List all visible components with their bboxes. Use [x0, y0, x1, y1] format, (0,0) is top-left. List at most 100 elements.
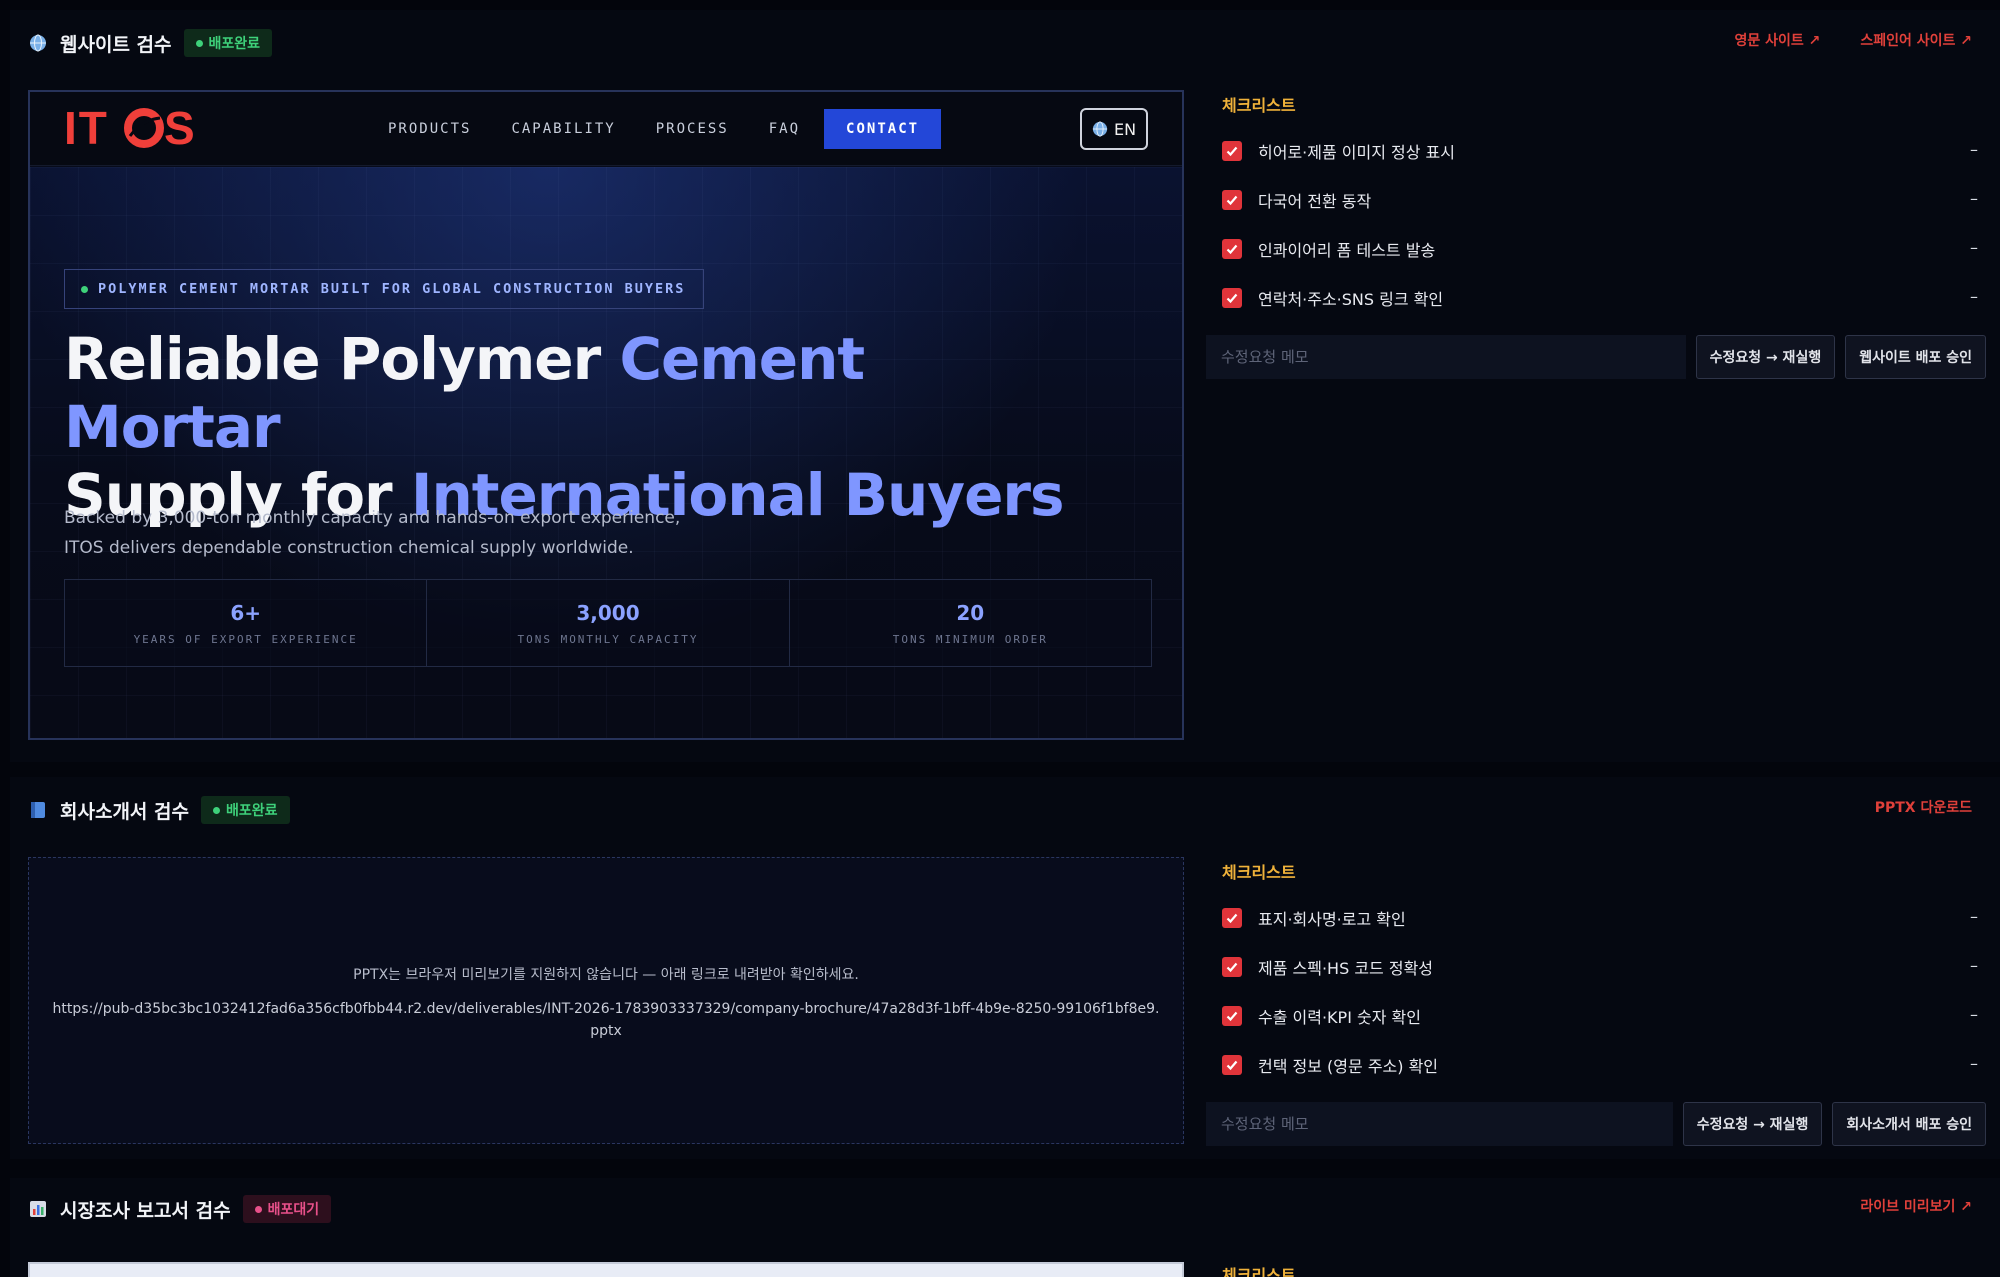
rerun-button[interactable]: 수정요청 → 재실행 [1682, 1102, 1823, 1146]
checklist-title: 체크리스트 [1222, 96, 1296, 115]
hero-eyebrow: POLYMER CEMENT MORTAR BUILT FOR GLOBAL C… [64, 269, 705, 309]
checklist-item: 다국어 전환 동작 – [1222, 175, 1982, 224]
language-label: EN [1113, 119, 1137, 139]
stat-capacity: 3,000 TONS MONTHLY CAPACITY [427, 580, 790, 666]
checklist-item: 연락처·주소·SNS 링크 확인 – [1222, 273, 1982, 322]
checklist-item: 인콰이어리 폼 테스트 발송 – [1222, 224, 1982, 273]
site-nav-menu: PRODUCTS CAPABILITY PROCESS FAQ CONTACT [368, 109, 942, 149]
globe-icon [28, 33, 48, 53]
website-review-header: 웹사이트 검수 배포완료 [28, 28, 273, 58]
section-title: 시장조사 보고서 검수 [60, 1199, 231, 1222]
live-preview-link[interactable]: 라이브 미리보기 ↗ [1860, 1196, 1972, 1216]
book-icon [28, 800, 48, 820]
checkbox[interactable] [1222, 189, 1242, 210]
brochure-review-section: 회사소개서 검수 배포완료 PPTX 다운로드 PPTX는 브라우저 미리보기를… [10, 777, 2000, 1159]
checklist-label: 인콰이어리 폼 테스트 발송 [1258, 240, 1436, 260]
checkmark-icon [1226, 195, 1238, 205]
website-review-section: 웹사이트 검수 배포완료 영문 사이트 ↗ 스페인어 사이트 ↗ IT S PR… [10, 10, 2000, 762]
stat-label: YEARS OF EXPORT EXPERIENCE [133, 632, 358, 646]
section-title: 회사소개서 검수 [60, 800, 189, 823]
hero-stats: 6+ YEARS OF EXPORT EXPERIENCE 3,000 TONS… [64, 579, 1152, 667]
checklist-label: 연락처·주소·SNS 링크 확인 [1258, 289, 1444, 309]
checklist-label: 히어로·제품 이미지 정상 표시 [1258, 142, 1455, 162]
checklist-label: 표지·회사명·로고 확인 [1258, 909, 1406, 929]
checklist-item: 표지·회사명·로고 확인 – [1222, 893, 1982, 942]
english-site-link[interactable]: 영문 사이트 ↗ [1734, 30, 1820, 50]
website-preview: IT S PRODUCTS CAPABILITY PROCESS FAQ CON… [28, 90, 1184, 740]
dash-marker[interactable]: – [1970, 140, 1978, 159]
pptx-download-link[interactable]: PPTX 다운로드 [1875, 797, 1972, 817]
hero-subtitle: Backed by 3,000-ton monthly capacity and… [64, 503, 764, 563]
stat-label: TONS MONTHLY CAPACITY [517, 632, 699, 646]
nav-products[interactable]: PRODUCTS [368, 109, 491, 149]
hero-title-part: Reliable Polymer [64, 325, 620, 393]
checkmark-icon [1226, 293, 1238, 303]
globe-icon [1092, 121, 1108, 137]
status-badge: 배포완료 [183, 29, 273, 57]
dash-marker[interactable]: – [1970, 1054, 1978, 1073]
dash-marker[interactable]: – [1970, 287, 1978, 306]
revision-memo-input[interactable] [1206, 335, 1686, 379]
nav-process[interactable]: PROCESS [636, 109, 749, 149]
section-title: 웹사이트 검수 [60, 33, 172, 56]
checklist-items: 히어로·제품 이미지 정상 표시 – 다국어 전환 동작 – 인콰이어리 폼 테… [1222, 126, 1982, 322]
checklist-title: 체크리스트 [1222, 863, 1296, 882]
checklist-actions: 수정요청 → 재실행 회사소개서 배포 승인 [1206, 1102, 1986, 1146]
website-checklist: 체크리스트 히어로·제품 이미지 정상 표시 – 다국어 전환 동작 – 인콰이… [1206, 92, 1996, 392]
dash-marker[interactable]: – [1970, 238, 1978, 257]
hero-section: POLYMER CEMENT MORTAR BUILT FOR GLOBAL C… [30, 167, 1182, 738]
checkbox[interactable] [1222, 287, 1242, 308]
svg-text:IT: IT [64, 106, 109, 150]
brochure-checklist: 체크리스트 표지·회사명·로고 확인 – 제품 스펙·HS 코드 정확성 – 수… [1206, 859, 1996, 1159]
checkbox[interactable] [1222, 1005, 1242, 1026]
checklist-item: 컨택 정보 (영문 주소) 확인 – [1222, 1040, 1982, 1089]
pptx-download-url[interactable]: https://pub-d35bc3bc1032412fad6a356cfb0f… [49, 998, 1163, 1042]
checklist-title: 체크리스트 [1222, 1266, 1296, 1277]
checkmark-icon [1226, 1011, 1238, 1021]
stat-label: TONS MINIMUM ORDER [892, 632, 1048, 646]
status-dot [212, 806, 220, 814]
checkbox[interactable] [1222, 140, 1242, 161]
report-review-section: 시장조사 보고서 검수 배포대기 라이브 미리보기 ↗ 체크리스트 [10, 1178, 2000, 1277]
itos-logo[interactable]: IT S [64, 102, 214, 154]
bar-chart-icon [28, 1199, 48, 1219]
brochure-links: PPTX 다운로드 [1875, 797, 1972, 817]
checkbox[interactable] [1222, 1054, 1242, 1075]
report-review-header: 시장조사 보고서 검수 배포대기 [28, 1194, 332, 1224]
checklist-label: 다국어 전환 동작 [1258, 191, 1372, 211]
nav-capability[interactable]: CAPABILITY [491, 109, 635, 149]
checkmark-icon [1226, 962, 1238, 972]
hero-subtitle-line: Backed by 3,000-ton monthly capacity and… [64, 508, 681, 528]
dash-marker[interactable]: – [1970, 956, 1978, 975]
nav-contact-button[interactable]: CONTACT [824, 109, 942, 149]
status-dot [254, 1205, 262, 1213]
checkbox[interactable] [1222, 238, 1242, 259]
website-links: 영문 사이트 ↗ 스페인어 사이트 ↗ [1734, 30, 1972, 50]
report-links: 라이브 미리보기 ↗ [1860, 1196, 1972, 1216]
checkbox[interactable] [1222, 907, 1242, 928]
checkmark-icon [1226, 244, 1238, 254]
brochure-review-header: 회사소개서 검수 배포완료 [28, 795, 290, 825]
eyebrow-dot [81, 285, 88, 293]
status-badge: 배포대기 [242, 1195, 332, 1223]
checklist-item: 히어로·제품 이미지 정상 표시 – [1222, 126, 1982, 175]
spanish-site-link[interactable]: 스페인어 사이트 ↗ [1860, 30, 1972, 50]
dash-marker[interactable]: – [1970, 189, 1978, 208]
checkmark-icon [1226, 913, 1238, 923]
rerun-button[interactable]: 수정요청 → 재실행 [1695, 335, 1836, 379]
approve-brochure-button[interactable]: 회사소개서 배포 승인 [1832, 1102, 1986, 1146]
checkmark-icon [1226, 1060, 1238, 1070]
checkbox[interactable] [1222, 956, 1242, 977]
status-label: 배포완료 [208, 36, 261, 52]
status-label: 배포대기 [267, 1202, 320, 1218]
language-switch-button[interactable]: EN [1080, 108, 1148, 150]
checklist-item: 수출 이력·KPI 숫자 확인 – [1222, 991, 1982, 1040]
stat-experience: 6+ YEARS OF EXPORT EXPERIENCE [65, 580, 428, 666]
approve-website-button[interactable]: 웹사이트 배포 승인 [1845, 335, 1986, 379]
dash-marker[interactable]: – [1970, 1005, 1978, 1024]
dash-marker[interactable]: – [1970, 907, 1978, 926]
checklist-label: 수출 이력·KPI 숫자 확인 [1258, 1007, 1421, 1027]
revision-memo-input[interactable] [1206, 1102, 1673, 1146]
status-badge: 배포완료 [200, 796, 290, 824]
nav-faq[interactable]: FAQ [749, 109, 820, 149]
